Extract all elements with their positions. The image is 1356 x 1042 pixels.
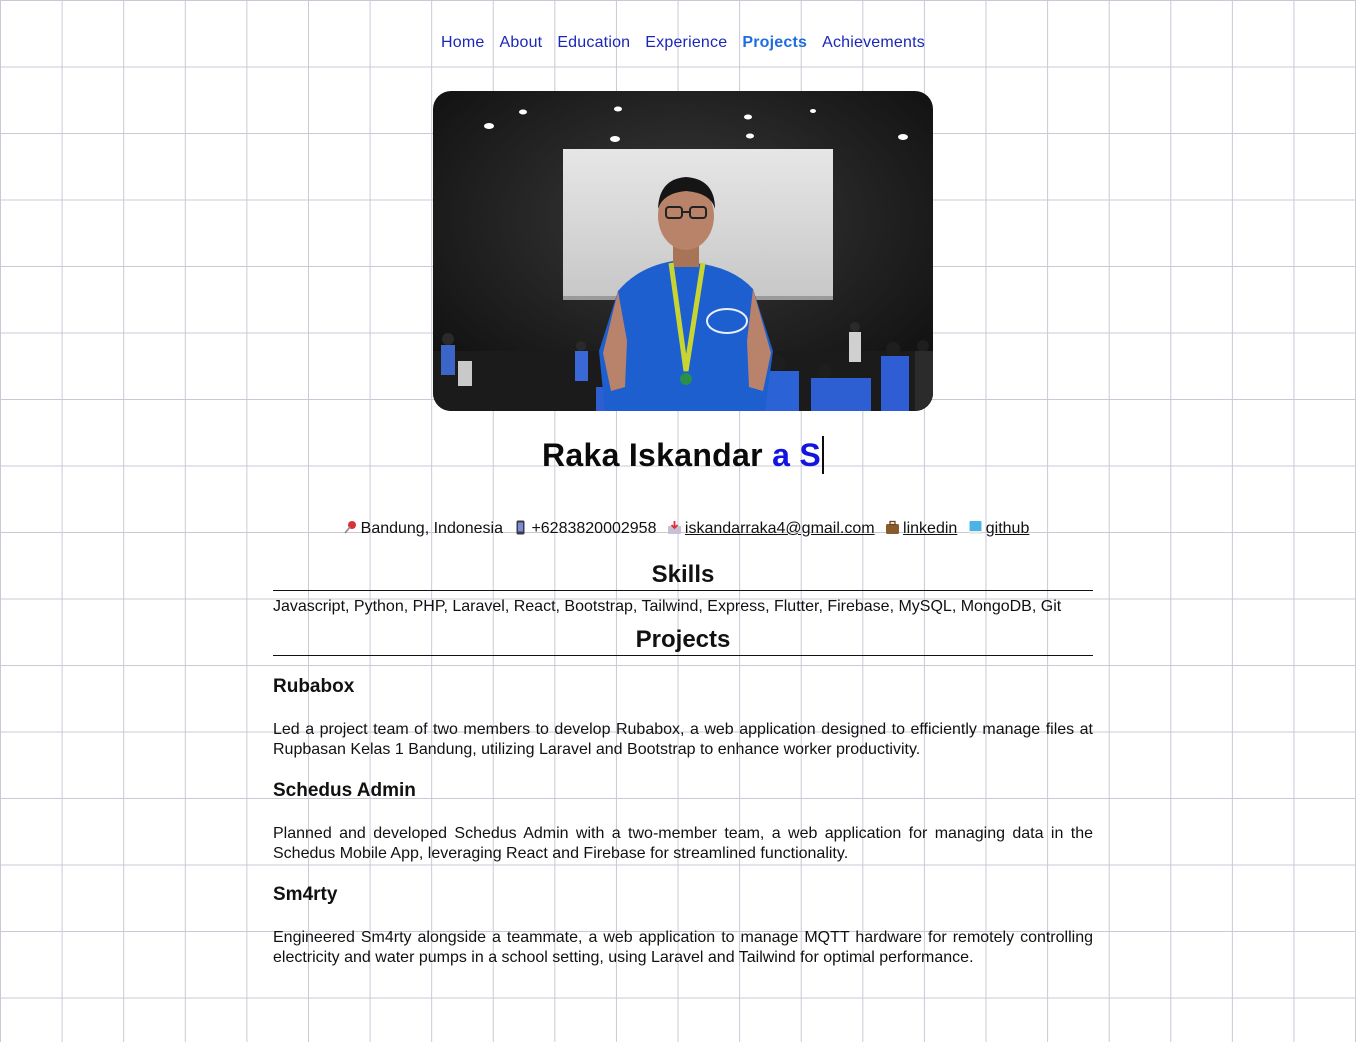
- email-link[interactable]: iskandarraka4@gmail.com: [685, 520, 875, 537]
- book-icon: [968, 520, 983, 535]
- nav-link-experience[interactable]: Experience: [645, 34, 727, 52]
- project-description: Planned and developed Schedus Admin with…: [273, 825, 1093, 862]
- main-content: Skills Javascript, Python, PHP, Laravel,…: [273, 560, 1093, 968]
- typewriter-text: a S: [772, 437, 822, 473]
- project-description: Led a project team of two members to dev…: [273, 721, 1093, 758]
- top-nav: Home About Education Experience Projects…: [0, 34, 1356, 52]
- project-title: Schedus Admin: [273, 780, 416, 801]
- mobile-phone-icon: [513, 520, 528, 535]
- projects-heading: Projects: [273, 625, 1093, 656]
- project-title: Sm4rty: [273, 884, 338, 905]
- project-item: Schedus Admin Planned and developed Sche…: [273, 778, 1093, 864]
- project-item: Rubabox Led a project team of two member…: [273, 674, 1093, 760]
- profile-photo: [433, 91, 933, 411]
- nav-link-about[interactable]: About: [500, 34, 543, 52]
- phone-text: +6283820002958: [531, 520, 657, 537]
- project-item: Sm4rty Engineered Sm4rty alongside a tea…: [273, 882, 1093, 968]
- nav-link-home[interactable]: Home: [441, 34, 484, 52]
- profile-name-heading: Raka Iskandar a S: [0, 436, 1356, 474]
- skills-heading: Skills: [273, 560, 1093, 591]
- briefcase-icon: [885, 520, 900, 535]
- nav-link-projects[interactable]: Projects: [742, 34, 807, 52]
- inbox-tray-icon: [667, 520, 682, 535]
- skills-list: Javascript, Python, PHP, Laravel, React,…: [273, 598, 1062, 615]
- project-description: Engineered Sm4rty alongside a teammate, …: [273, 929, 1093, 966]
- nav-link-achievements[interactable]: Achievements: [822, 34, 925, 52]
- linkedin-link[interactable]: linkedin: [903, 520, 957, 537]
- nav-link-education[interactable]: Education: [557, 34, 630, 52]
- location-text: Bandung, Indonesia: [360, 520, 503, 537]
- profile-name: Raka Iskandar: [541, 437, 763, 473]
- contact-line: Bandung, Indonesia +6283820002958 iskand…: [0, 520, 1356, 538]
- typing-cursor: [822, 436, 825, 474]
- project-title: Rubabox: [273, 676, 355, 697]
- pushpin-icon: [343, 520, 358, 535]
- github-link[interactable]: github: [986, 520, 1030, 537]
